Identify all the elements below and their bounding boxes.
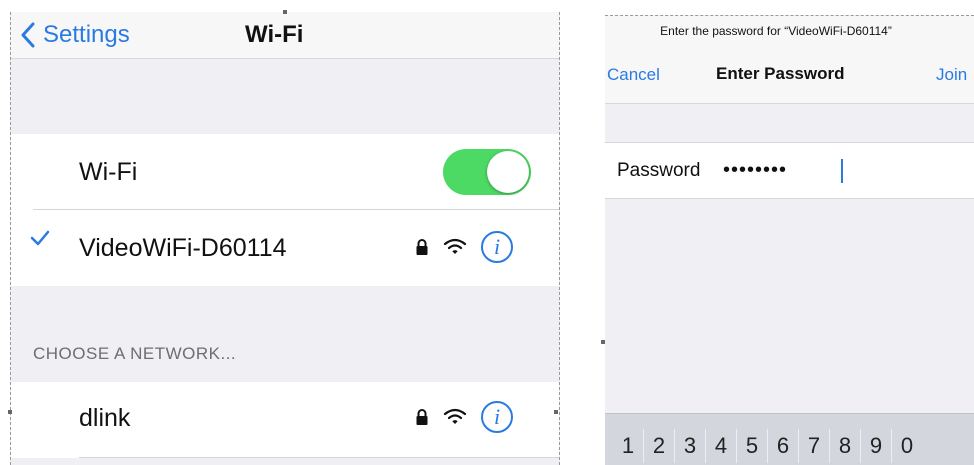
- back-button-label: Settings: [43, 21, 130, 48]
- key-7[interactable]: 7: [798, 429, 829, 463]
- row-divider: [79, 457, 559, 458]
- enter-password-screen: Enter the password for “VideoWiFi-D60114…: [605, 15, 974, 465]
- lock-icon: [416, 239, 428, 255]
- wifi-toggle-switch[interactable]: [443, 149, 531, 195]
- key-9[interactable]: 9: [860, 429, 891, 463]
- keyboard-keys: 1234567890: [613, 429, 922, 463]
- wifi-settings-screen: Settings Wi-Fi Wi-Fi VideoWiFi-D60114 i: [10, 12, 560, 465]
- key-0[interactable]: 0: [891, 429, 922, 463]
- text-cursor: [841, 159, 843, 183]
- cancel-button[interactable]: Cancel: [607, 65, 660, 85]
- wifi-signal-icon: [443, 408, 467, 424]
- key-3[interactable]: 3: [674, 429, 705, 463]
- back-button[interactable]: Settings: [21, 18, 130, 52]
- connected-network-row[interactable]: VideoWiFi-D60114 i: [11, 210, 559, 286]
- password-label: Password: [617, 160, 701, 181]
- join-button[interactable]: Join: [936, 65, 967, 85]
- key-8[interactable]: 8: [829, 429, 860, 463]
- navigation-bar: Settings Wi-Fi: [11, 12, 559, 59]
- numeric-keyboard-row: 1234567890: [605, 413, 974, 465]
- wifi-signal-icon: [443, 238, 467, 254]
- chevron-left-icon: [21, 22, 35, 48]
- page-title: Wi-Fi: [245, 21, 304, 48]
- selection-handle: [8, 410, 12, 414]
- key-1[interactable]: 1: [613, 429, 643, 463]
- connected-network-name: VideoWiFi-D60114: [79, 234, 287, 262]
- key-5[interactable]: 5: [736, 429, 767, 463]
- checkmark-icon: [30, 230, 50, 246]
- network-row[interactable]: dlink i: [11, 382, 559, 458]
- selection-handle: [283, 10, 287, 14]
- wifi-toggle-label: Wi-Fi: [79, 158, 138, 186]
- lock-icon: [416, 409, 428, 425]
- selection-handle: [554, 410, 558, 414]
- network-name: dlink: [79, 404, 131, 432]
- navigation-bar: Cancel Enter Password Join: [605, 45, 974, 104]
- prompt-bar: Enter the password for “VideoWiFi-D60114…: [605, 15, 974, 46]
- wifi-toggle-row: Wi-Fi: [11, 134, 559, 210]
- section-header: CHOOSE A NETWORK...: [33, 344, 237, 363]
- password-field[interactable]: [723, 153, 963, 187]
- toggle-knob: [487, 151, 529, 193]
- page-title: Enter Password: [716, 64, 845, 83]
- password-row: Password: [605, 142, 974, 199]
- key-2[interactable]: 2: [643, 429, 674, 463]
- password-prompt: Enter the password for “VideoWiFi-D60114…: [660, 24, 892, 38]
- key-4[interactable]: 4: [705, 429, 736, 463]
- key-6[interactable]: 6: [767, 429, 798, 463]
- info-icon[interactable]: i: [481, 401, 513, 433]
- info-icon[interactable]: i: [481, 231, 513, 263]
